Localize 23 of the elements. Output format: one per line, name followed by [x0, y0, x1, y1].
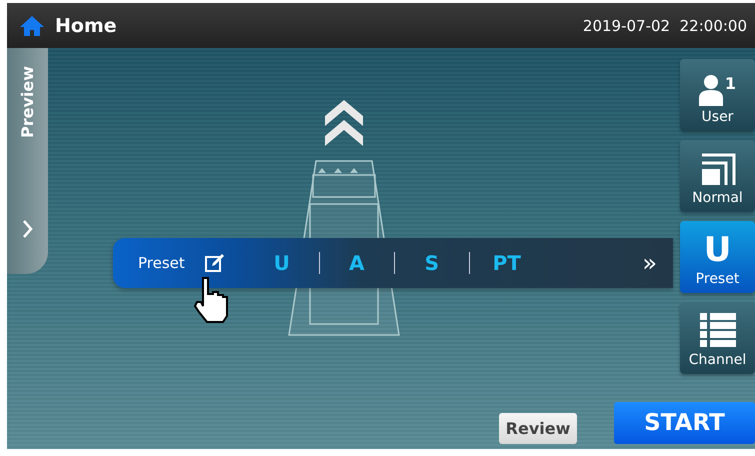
list-icon — [700, 313, 736, 349]
screen-title: Home — [55, 14, 118, 36]
user-count: 1 — [724, 74, 736, 93]
preset-letter: U — [704, 232, 732, 268]
more-button[interactable]: » — [642, 249, 657, 277]
review-button[interactable]: Review — [499, 413, 577, 444]
nested-squares-icon — [700, 153, 736, 187]
preset-option[interactable]: A — [320, 251, 394, 275]
person-icon — [698, 74, 723, 106]
preset-option[interactable]: U — [244, 251, 319, 275]
preset-label: Preset — [138, 254, 185, 272]
preview-tab[interactable]: Preview — [7, 48, 48, 274]
side-button[interactable]: 1 User — [680, 59, 755, 131]
preset-option[interactable]: S — [394, 251, 469, 275]
edit-icon[interactable] — [204, 253, 225, 273]
side-button[interactable]: Channel — [680, 302, 755, 374]
start-button[interactable]: START — [614, 402, 755, 444]
side-button[interactable]: Normal — [680, 140, 755, 212]
home-icon[interactable] — [19, 14, 45, 36]
preset-option[interactable]: PT — [470, 251, 544, 275]
chevron-right-icon[interactable] — [22, 220, 32, 238]
side-button[interactable]: U Preset — [680, 221, 755, 293]
date-time: 2019-07-02 22:00:00 — [582, 16, 747, 34]
